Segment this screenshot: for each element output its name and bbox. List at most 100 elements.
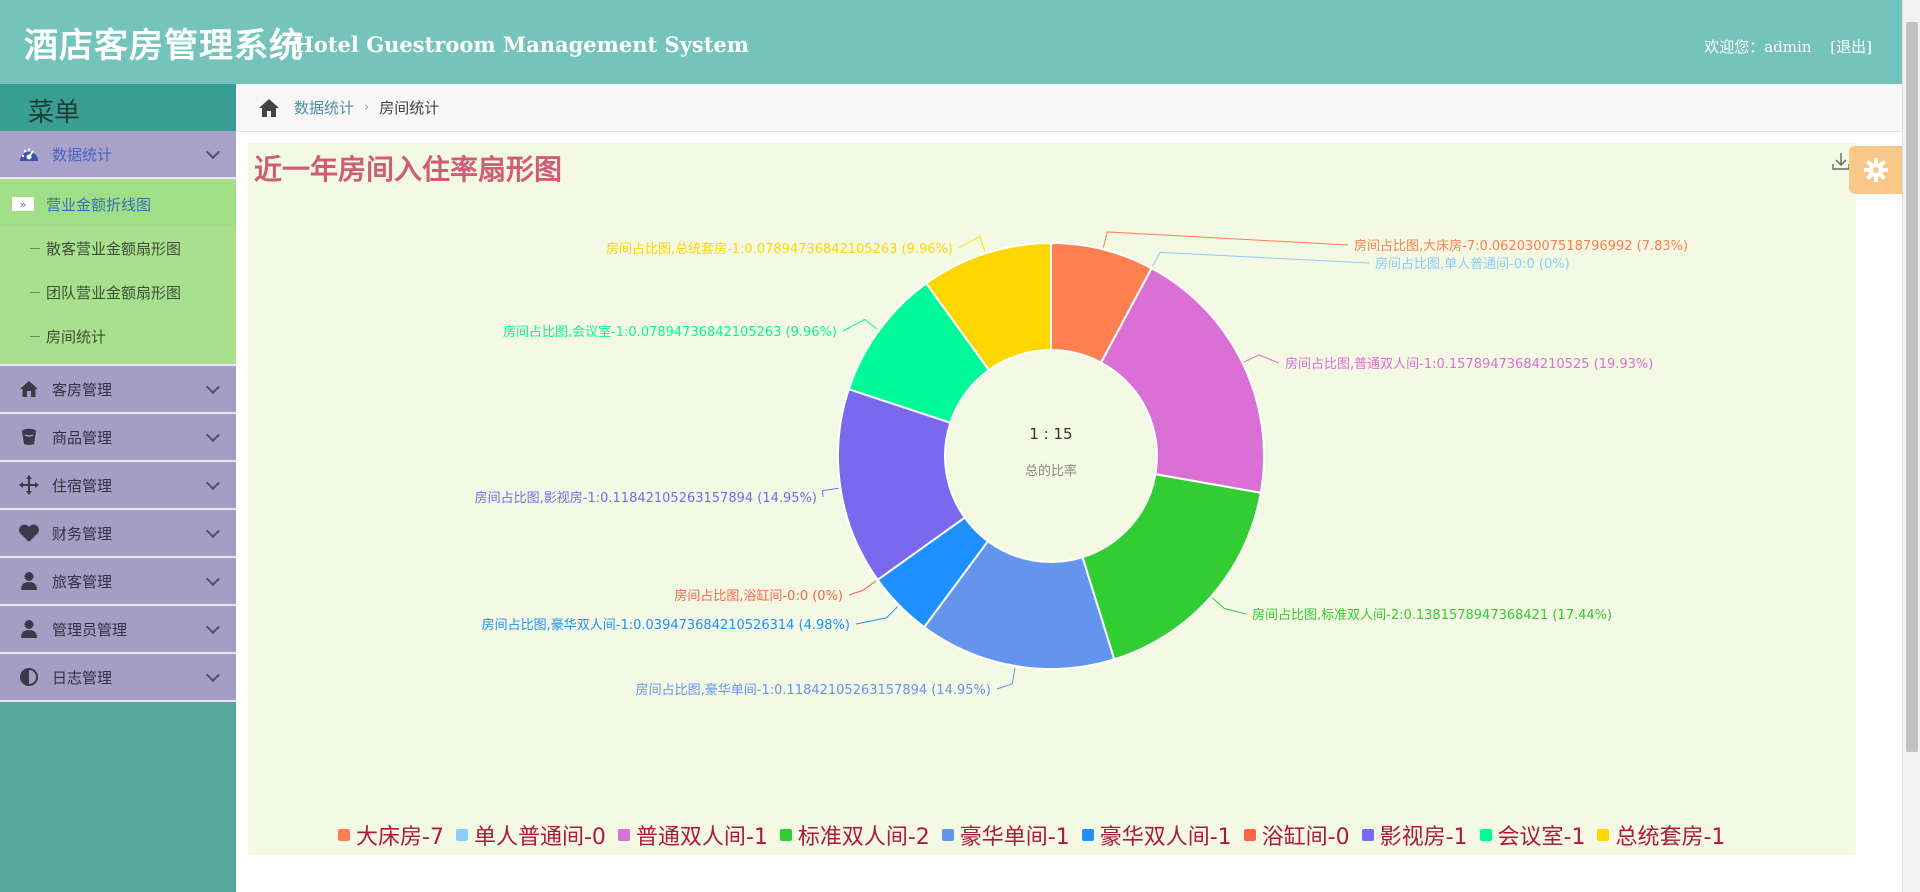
legend-swatch <box>1243 829 1256 841</box>
sidebar-group-statistics[interactable]: 数据统计 <box>0 131 236 179</box>
legend-swatch <box>779 829 792 841</box>
label-leader-line <box>958 235 986 252</box>
half-circle-icon <box>16 666 42 688</box>
legend-item[interactable]: 普通双人间-1 <box>617 819 768 851</box>
gear-icon <box>1863 158 1888 182</box>
slice-label: 房间占比图,大床房-7:0.06203007518796992 (7.83%) <box>1354 238 1688 254</box>
app-title: 酒店客房管理系统 <box>24 26 304 66</box>
vertical-scrollbar[interactable] <box>1902 0 1920 892</box>
label-leader-line <box>1244 354 1280 364</box>
legend-swatch <box>455 829 468 841</box>
sidebar-group-guests[interactable]: 旅客管理 <box>0 558 236 606</box>
legend-label: 影视房-1 <box>1379 825 1468 850</box>
sidebar-item-revenue-line[interactable]: » 营业金额折线图 <box>0 182 236 226</box>
legend-label: 大床房-7 <box>356 825 444 850</box>
legend-item[interactable]: 影视房-1 <box>1361 819 1468 851</box>
settings-button[interactable] <box>1849 146 1902 194</box>
user-icon <box>16 570 42 592</box>
sidebar-group-label: 客房管理 <box>52 380 113 399</box>
breadcrumb-link-statistics[interactable]: 数据统计 <box>294 97 354 118</box>
chevron-down-icon <box>205 523 221 539</box>
chart-panel: 近一年房间入住率扇形图 房间占比图,大床房-7:0.06203007518796… <box>248 143 1856 855</box>
chevron-down-icon <box>205 475 221 491</box>
legend-swatch <box>1361 829 1374 841</box>
sidebar-item-team-revenue-pie[interactable]: 团队营业金额扇形图 <box>0 270 236 314</box>
chevron-right-icon: › <box>364 100 370 115</box>
sidebar-group-label: 财务管理 <box>52 524 113 543</box>
legend-label: 单人普通间-0 <box>473 825 606 850</box>
breadcrumb-current: 房间统计 <box>379 99 440 117</box>
sidebar-group-label: 商品管理 <box>52 428 113 447</box>
slice-label: 房间占比图,标准双人间-2:0.1381578947368421 (17.44%… <box>1252 607 1612 623</box>
slice-label: 房间占比图,浴缸间-0:0 (0%) <box>674 588 843 604</box>
sidebar-item-individual-revenue-pie[interactable]: 散客营业金额扇形图 <box>0 226 236 270</box>
sidebar-group-logs[interactable]: 日志管理 <box>0 654 236 702</box>
double-chevron-icon: » <box>12 197 34 211</box>
slice-label: 房间占比图,影视房-1:0.11842105263157894 (14.95%) <box>475 490 817 506</box>
scrollbar-thumb[interactable] <box>1906 22 1918 752</box>
legend-item[interactable]: 单人普通间-0 <box>455 819 606 851</box>
legend-label: 豪华单间-1 <box>959 825 1070 850</box>
legend-swatch <box>1081 829 1094 841</box>
slice-label: 房间占比图,豪华双人间-1:0.039473684210526314 (4.98… <box>482 617 850 633</box>
sidebar-group-finance[interactable]: 财务管理 <box>0 510 236 558</box>
legend-item[interactable]: 豪华双人间-1 <box>1081 819 1232 851</box>
label-leader-line <box>1212 597 1247 615</box>
sidebar-group-label: 旅客管理 <box>52 572 113 591</box>
sidebar-group-lodging[interactable]: 住宿管理 <box>0 462 236 510</box>
welcome-text: 欢迎您：admin <box>1704 38 1812 56</box>
chart-center-value: 1 : 15 <box>1029 425 1072 443</box>
legend-swatch <box>1479 829 1492 841</box>
sidebar-group-goods[interactable]: 商品管理 <box>0 414 236 462</box>
user-icon <box>16 618 42 640</box>
legend-item[interactable]: 大床房-7 <box>338 819 444 851</box>
label-leader-line <box>842 318 878 332</box>
donut-chart: 房间占比图,大床房-7:0.06203007518796992 (7.83%) 房… <box>475 231 1688 698</box>
breadcrumb: 数据统计 › 房间统计 <box>236 84 1902 132</box>
chevron-down-icon <box>205 667 221 683</box>
sidebar-group-label: 住宿管理 <box>52 476 113 495</box>
chevron-down-icon <box>205 619 221 635</box>
pie-slice[interactable] <box>1081 473 1262 661</box>
sidebar-item-room-statistics[interactable]: 房间统计 <box>0 314 236 358</box>
sidebar-group-label: 数据统计 <box>52 145 113 164</box>
legend-item[interactable]: 标准双人间-2 <box>779 819 930 851</box>
app-subtitle: Hotel Guestroom Management System <box>294 32 749 57</box>
legend-swatch <box>338 829 350 841</box>
chevron-down-icon <box>205 427 221 443</box>
sidebar-item-label: 散客营业金额扇形图 <box>46 239 182 258</box>
chevron-down-icon <box>205 144 221 160</box>
legend-item[interactable]: 豪华单间-1 <box>941 819 1070 851</box>
legend-item[interactable]: 浴缸间-0 <box>1243 819 1350 851</box>
menu-title: 菜单 <box>0 84 236 131</box>
label-leader-line <box>822 487 839 498</box>
label-leader-line <box>855 606 898 625</box>
legend-swatch <box>1597 829 1610 841</box>
sidebar-group-label: 管理员管理 <box>52 620 128 639</box>
legend-swatch <box>617 829 630 841</box>
user-area: 欢迎您：admin [退出] <box>1700 36 1872 57</box>
logout-link[interactable]: [退出] <box>1830 38 1872 56</box>
heart-icon <box>16 522 42 544</box>
label-leader-line <box>1102 231 1349 248</box>
sidebar-group-rooms[interactable]: 客房管理 <box>0 366 236 414</box>
move-icon <box>16 474 42 496</box>
home-icon[interactable] <box>258 98 280 118</box>
slice-label: 房间占比图,总统套房-1:0.07894736842105263 (9.96%) <box>606 241 953 257</box>
legend-item[interactable]: 会议室-1 <box>1479 819 1585 851</box>
legend-label: 标准双人间-2 <box>797 825 930 850</box>
label-leader-line <box>1152 251 1370 267</box>
legend-label: 浴缸间-0 <box>1261 825 1350 850</box>
chart-legend: 大床房-7 单人普通间-0 普通双人间-1 标准双人间-2 豪华单间-1 豪华双人间-1 浴… <box>338 819 1737 851</box>
legend-label: 豪华双人间-1 <box>1099 825 1232 850</box>
chart-center-label: 总的比率 <box>1025 463 1077 479</box>
chevron-down-icon <box>205 379 221 395</box>
sidebar-group-admins[interactable]: 管理员管理 <box>0 606 236 654</box>
sidebar: 菜单 数据统计 » 营业金额折线图 散客营业金额扇形图 团队营业金额扇形图 房间… <box>0 84 236 892</box>
slice-label: 房间占比图,豪华单间-1:0.11842105263157894 (14.95%… <box>636 682 991 698</box>
slice-label: 房间占比图,普通双人间-1:0.15789473684210525 (19.93… <box>1285 356 1653 372</box>
sidebar-item-label: 营业金额折线图 <box>46 195 152 214</box>
label-leader-line <box>996 667 1016 690</box>
legend-item[interactable]: 总统套房-1 <box>1597 819 1725 851</box>
slice-label: 房间占比图,单人普通间-0:0 (0%) <box>1375 256 1570 272</box>
